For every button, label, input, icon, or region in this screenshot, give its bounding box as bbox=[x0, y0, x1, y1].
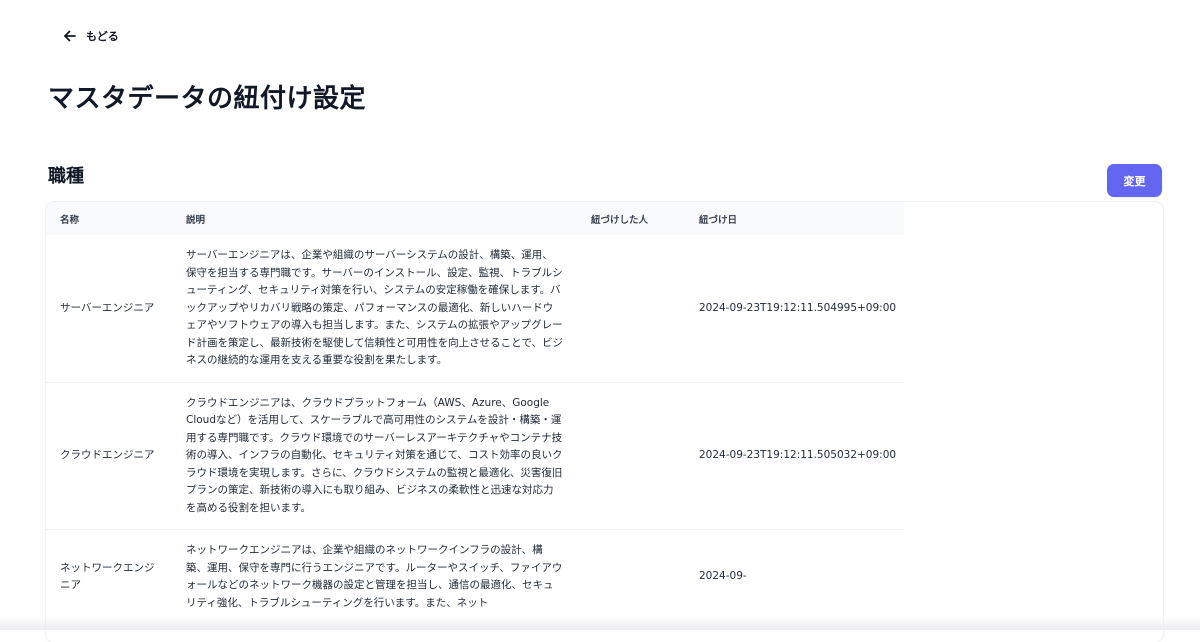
section-title: 職種 bbox=[48, 166, 84, 187]
column-header-description: 説明 bbox=[186, 214, 206, 226]
table-header-row: 名称 説明 紐づけした人 紐づけ日 bbox=[46, 202, 904, 235]
column-header-name: 名称 bbox=[60, 214, 80, 226]
cell-linked-at: 2024-09- bbox=[699, 570, 747, 583]
cell-linked-at: 2024-09-23T19:12:11.505032+09:00 bbox=[699, 449, 897, 461]
scroll-fade bbox=[0, 616, 1200, 630]
cell-name: ネットワークエンジニア bbox=[60, 561, 155, 592]
back-label: もどる bbox=[86, 30, 119, 43]
cell-name: クラウドエンジニア bbox=[60, 449, 155, 461]
back-link[interactable]: もどる bbox=[62, 28, 119, 44]
cell-description: ネットワークエンジニアは、企業や組織のネットワークインフラの設計、構築、運用、保… bbox=[186, 544, 563, 609]
cell-description: クラウドエンジニアは、クラウドプラットフォーム（AWS、Azure、Google… bbox=[186, 396, 563, 514]
cell-description: サーバーエンジニアは、企業や組織のサーバーシステムの設計、構築、運用、保守を担当… bbox=[186, 249, 563, 366]
table-row: クラウドエンジニア クラウドエンジニアは、クラウドプラットフォーム（AWS、Az… bbox=[46, 382, 904, 530]
table-card: 名称 説明 紐づけした人 紐づけ日 サーバーエンジニア サーバーエンジニアは、企… bbox=[46, 202, 1163, 642]
cell-linked-by bbox=[577, 530, 685, 625]
table-row: ネットワークエンジニア ネットワークエンジニアは、企業や組織のネットワークインフ… bbox=[46, 529, 904, 625]
column-header-linked-at: 紐づけ日 bbox=[699, 214, 738, 226]
cell-linked-by bbox=[577, 235, 685, 382]
change-button[interactable]: 変更 bbox=[1107, 164, 1162, 197]
table-row: サーバーエンジニア サーバーエンジニアは、企業や組織のサーバーシステムの設計、構… bbox=[46, 235, 904, 382]
cell-linked-by bbox=[577, 382, 685, 530]
cell-linked-at: 2024-09-23T19:12:11.504995+09:00 bbox=[699, 301, 897, 314]
cell-name: サーバーエンジニア bbox=[60, 301, 155, 314]
page-title: マスタデータの紐付け設定 bbox=[48, 84, 367, 114]
mapping-table: 名称 説明 紐づけした人 紐づけ日 サーバーエンジニア サーバーエンジニアは、企… bbox=[46, 202, 904, 624]
arrow-left-icon bbox=[62, 28, 78, 44]
column-header-linked-by: 紐づけした人 bbox=[591, 214, 649, 226]
